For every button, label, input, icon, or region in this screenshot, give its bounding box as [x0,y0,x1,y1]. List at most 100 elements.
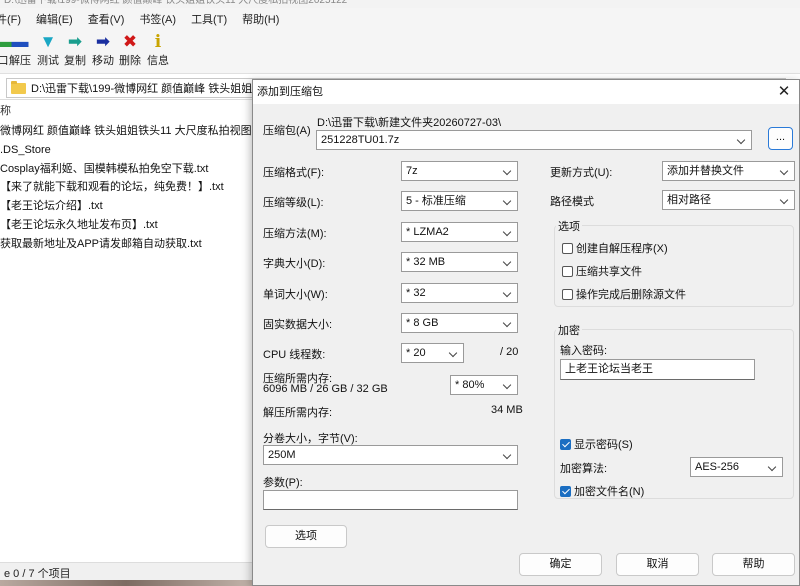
encryption-method-label: 加密算法: [560,463,608,475]
list-item[interactable]: 微博网红 颜值巅峰 铁头姐姐铁头11 大尺度私拍视图2 [0,122,252,141]
checkbox-box [562,288,573,300]
dict-select[interactable]: * 32 MB [401,252,518,272]
threads-select[interactable]: * 20 [401,343,464,363]
decompress-memory-label: 解压所需内存: [263,407,333,419]
options-button[interactable]: 选项 [265,525,347,548]
archive-name-value: 251228TU01.7z [321,134,400,146]
threads-label: CPU 线程数: [263,349,326,361]
toolbar-extract-button[interactable]: ▬ 解压 [5,32,35,68]
level-value: 5 - 标准压缩 [406,195,466,207]
list-item[interactable]: 【来了就能下载和观看的论坛，纯免费！】.txt [0,178,252,197]
path-mode-value: 相对路径 [667,194,711,206]
threads-value: * 20 [406,347,426,359]
dialog-title-text: 添加到压缩包 [257,86,323,98]
delete-after-checkbox[interactable]: 操作完成后删除源文件 [562,286,686,302]
encryption-method-value: AES-256 [695,461,740,473]
show-password-label: 显示密码(S) [574,439,633,451]
chevron-down-icon [503,314,513,332]
word-select[interactable]: * 32 [401,283,518,303]
test-icon: ▼ [39,32,57,51]
show-password-checkbox[interactable]: 显示密码(S) [560,436,633,452]
checkbox-box-checked [560,485,571,497]
chevron-down-icon [780,162,790,180]
path-mode-label: 路径模式 [550,196,594,208]
word-value: * 32 [406,287,426,299]
toolbar-delete-button[interactable]: ✖ 删除 [115,32,145,68]
menu-file[interactable]: 件(F) [0,11,21,27]
menu-tools[interactable]: 工具(T) [191,11,227,27]
menu-edit[interactable]: 编辑(E) [36,11,73,27]
dict-value: * 32 MB [406,256,446,268]
password-input[interactable]: 上老王论坛当老王 [560,359,755,380]
memory-value: * 80% [455,379,485,391]
chevron-down-icon [503,162,513,180]
cancel-button[interactable]: 取消 [616,553,699,576]
archive-label: 压缩包(A) [263,125,311,137]
checkbox-box-checked [560,438,571,450]
solid-label: 固实数据大小: [263,319,333,331]
browse-button[interactable]: ... [768,127,793,150]
solid-select[interactable]: * 8 GB [401,313,518,333]
file-list: 微博网红 颜值巅峰 铁头姐姐铁头11 大尺度私拍视图2 .DS_Store Co… [0,122,252,254]
update-mode-value: 添加并替换文件 [667,165,744,177]
menu-view[interactable]: 查看(V) [88,11,125,27]
delete-after-label: 操作完成后删除源文件 [576,289,686,301]
shared-files-checkbox[interactable]: 压缩共享文件 [562,263,642,279]
level-select[interactable]: 5 - 标准压缩 [401,191,518,211]
update-mode-label: 更新方式(U): [550,167,613,179]
toolbar-test-button[interactable]: ▼ 测试 [33,32,63,68]
column-header-name[interactable]: 称 [0,102,252,120]
list-item[interactable]: 【老王论坛永久地址发布页】.txt [0,216,252,235]
threads-total: / 20 [500,346,519,358]
window-title: D:\迅雷下载\199-微博网红 颜值巅峰 铁头姐姐铁头11 大尺度私拍视图20… [0,0,800,8]
desktop-background [0,580,252,586]
list-item[interactable]: Cosplay福利姬、国模韩模私拍免空下载.txt [0,160,252,179]
encrypt-names-label: 加密文件名(N) [574,486,645,498]
encryption-group-title: 加密 [556,322,582,338]
volume-combo[interactable]: 250M [263,445,518,465]
help-button[interactable]: 帮助 [712,553,795,576]
menu-bookmarks[interactable]: 书签(A) [139,11,176,27]
extract-icon: ▬ [11,32,29,51]
dict-label: 字典大小(D): [263,258,326,270]
info-icon: i [154,32,162,52]
list-item[interactable]: 【老王论坛介绍】.txt [0,197,252,216]
archive-path: D:\迅雷下载\新建文件夹20260727-03\ [317,117,502,129]
password-label: 输入密码: [560,345,608,357]
path-mode-select[interactable]: 相对路径 [662,190,795,210]
memory-select[interactable]: * 80% [450,375,518,395]
params-input[interactable] [263,490,518,510]
create-sfx-checkbox[interactable]: 创建自解压程序(X) [562,240,668,256]
chevron-down-icon [503,192,513,210]
update-mode-select[interactable]: 添加并替换文件 [662,161,795,181]
chevron-down-icon [503,446,513,464]
options-group-title: 选项 [556,218,582,234]
list-item[interactable]: 获取最新地址及APP请发邮箱自动获取.txt [0,235,252,254]
archive-name-combo[interactable]: 251228TU01.7z [316,130,752,150]
ok-button[interactable]: 确定 [519,553,602,576]
chevron-down-icon [737,131,747,149]
volume-value: 250M [268,449,296,461]
address-text: D:\迅雷下载\199-微博网红 颜值巅峰 铁头姐姐铁 [31,83,264,95]
format-select[interactable]: 7z [401,161,518,181]
toolbar-info-button[interactable]: i 信息 [143,32,173,68]
delete-icon: ✖ [122,32,138,51]
toolbar-copy-button[interactable]: ➡ 复制 [60,32,90,68]
list-item[interactable]: .DS_Store [0,141,252,160]
chevron-down-icon [780,191,790,209]
toolbar-move-button[interactable]: ➡ 移动 [88,32,118,68]
shared-files-label: 压缩共享文件 [576,266,642,278]
close-icon[interactable]: ✕ [777,80,791,104]
encrypt-names-checkbox[interactable]: 加密文件名(N) [560,483,644,499]
decompress-memory-value: 34 MB [491,404,523,416]
encryption-method-select[interactable]: AES-256 [690,457,783,477]
chevron-down-icon [503,376,513,394]
method-select[interactable]: * LZMA2 [401,222,518,242]
move-icon: ➡ [95,32,111,51]
chevron-down-icon [503,223,513,241]
chevron-down-icon [503,253,513,271]
dialog-title: 添加到压缩包 ✕ [253,80,799,104]
menu-help[interactable]: 帮助(H) [242,11,279,27]
checkbox-box [562,265,573,277]
checkbox-box [562,242,573,254]
